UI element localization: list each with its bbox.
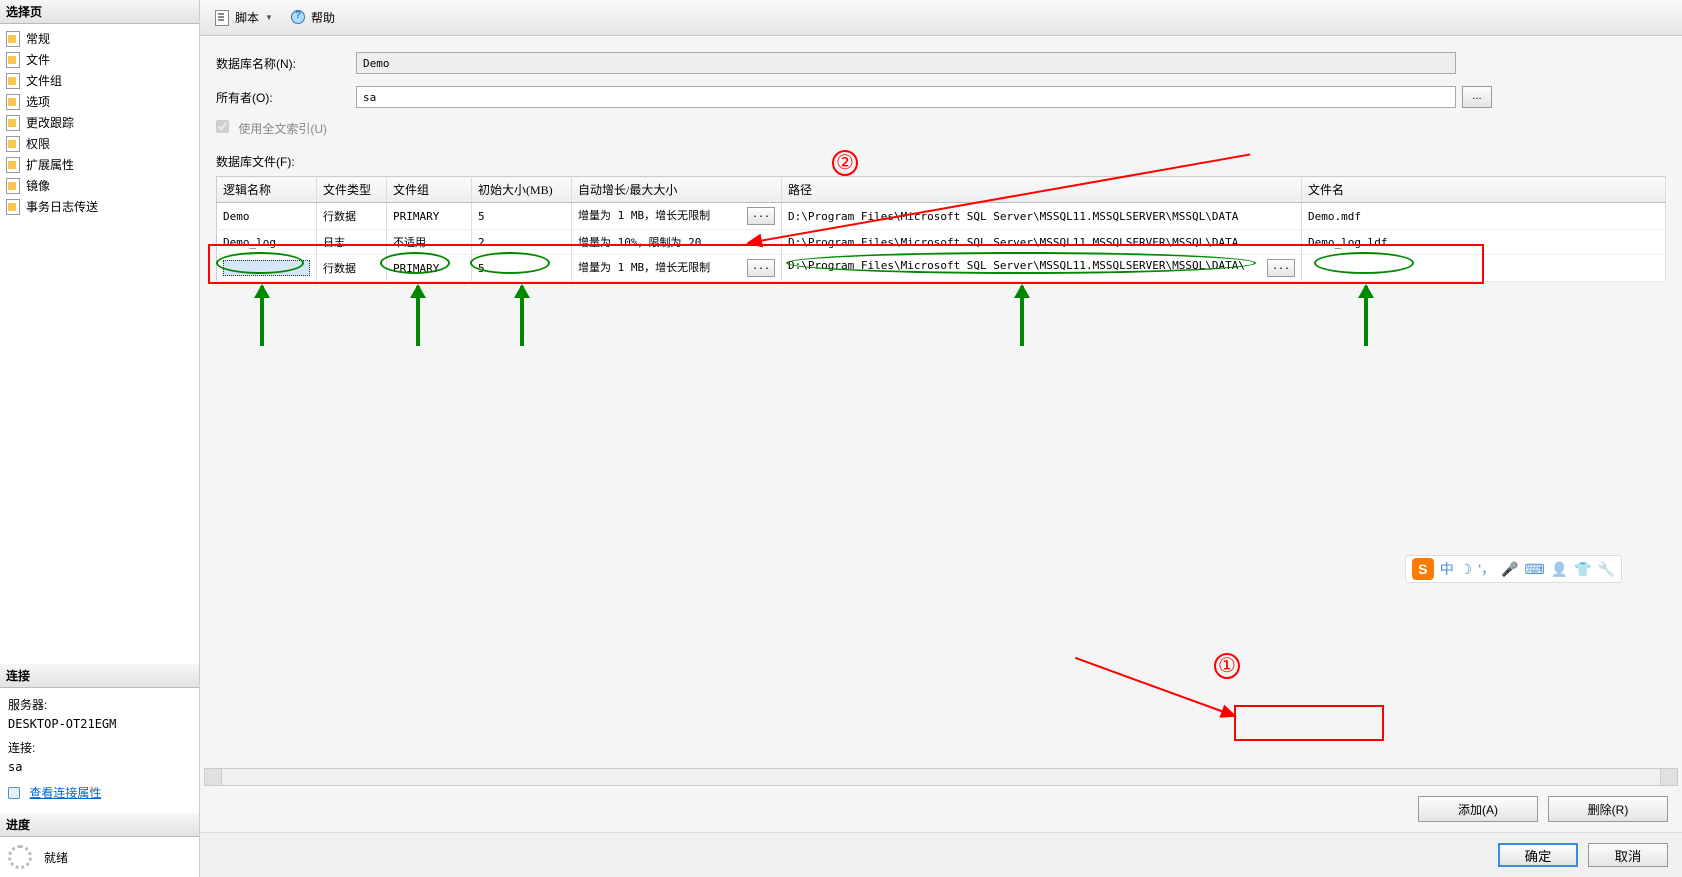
table-row-new[interactable]: 行数据 PRIMARY 5 增量为 1 MB，增长无限制... D:\Progr… [217,255,1666,282]
sidebar-item-files[interactable]: 文件 [0,49,199,70]
page-icon [6,31,22,47]
server-label: 服务器: [8,696,191,713]
col-logicname[interactable]: 逻辑名称 [217,177,317,203]
sidebar-item-extprops[interactable]: 扩展属性 [0,154,199,175]
dbname-label: 数据库名称(N): [216,55,356,72]
files-label: 数据库文件(F): [216,153,1666,170]
select-page-header: 选择页 [0,0,199,24]
cancel-button[interactable]: 取消 [1588,843,1668,867]
sogou-icon[interactable]: S [1412,558,1434,580]
page-icon [6,94,22,110]
connection-box: 服务器: DESKTOP-OT21EGM 连接: sa 查看连接属性 [0,688,199,813]
col-path[interactable]: 路径 [782,177,1302,203]
table-row[interactable]: Demo_log 日志 不适用 2 增量为 10%，限制为 20... D:\P… [217,230,1666,255]
table-row[interactable]: Demo 行数据 PRIMARY 5 增量为 1 MB，增长无限制... D:\… [217,203,1666,230]
owner-input[interactable] [356,86,1456,108]
ime-moon-icon[interactable]: ☽ [1460,561,1473,578]
conn-label: 连接: [8,739,191,756]
toolbar: 脚本 ▼ 帮助 [200,0,1682,36]
page-tree: 常规 文件 文件组 选项 更改跟踪 权限 扩展属性 镜像 事务日志传送 [0,24,199,221]
ime-keyboard-icon[interactable]: ⌨ [1524,561,1544,578]
sidebar-item-options[interactable]: 选项 [0,91,199,112]
main-panel: 脚本 ▼ 帮助 数据库名称(N): 所有者(O): ... 使用全文索引 [200,0,1682,877]
progress-header: 进度 [0,813,199,837]
help-button[interactable]: 帮助 [284,5,342,30]
add-button[interactable]: 添加(A) [1418,796,1538,822]
help-icon [291,10,307,26]
page-icon [6,178,22,194]
path-browse-button[interactable]: ... [1267,259,1295,277]
page-icon [6,157,22,173]
view-connection-link[interactable]: 查看连接属性 [29,786,101,800]
page-icon [6,199,22,215]
form-area: 数据库名称(N): 所有者(O): ... 使用全文索引(U) 数据库文件(F)… [200,36,1682,298]
page-icon [6,136,22,152]
growth-browse-button[interactable]: ... [747,207,775,225]
ime-punct-icon[interactable]: '， [1478,559,1495,579]
ok-button[interactable]: 确定 [1498,843,1578,867]
fulltext-checkbox-label: 使用全文索引(U) [216,122,327,136]
server-value: DESKTOP-OT21EGM [8,717,191,731]
script-button[interactable]: 脚本 ▼ [208,5,280,30]
horizontal-scrollbar[interactable] [204,768,1678,786]
ime-mic-icon[interactable]: 🎤 [1501,561,1518,578]
sidebar-item-mirroring[interactable]: 镜像 [0,175,199,196]
sidebar-item-changetracking[interactable]: 更改跟踪 [0,112,199,133]
connection-header: 连接 [0,664,199,688]
col-filename[interactable]: 文件名 [1302,177,1666,203]
delete-button[interactable]: 删除(R) [1548,796,1668,822]
dbname-input[interactable] [356,52,1456,74]
page-icon [6,73,22,89]
sidebar: 选择页 常规 文件 文件组 选项 更改跟踪 权限 扩展属性 镜像 事务日志传送 … [0,0,200,877]
ime-zh[interactable]: 中 [1440,559,1454,579]
properties-icon [8,787,22,801]
sidebar-item-filegroups[interactable]: 文件组 [0,70,199,91]
col-filetype[interactable]: 文件类型 [317,177,387,203]
script-icon [215,10,231,26]
col-filegroup[interactable]: 文件组 [387,177,472,203]
owner-label: 所有者(O): [216,89,356,106]
progress-box: 就绪 [0,837,199,877]
conn-value: sa [8,760,191,774]
spinner-icon [8,845,32,869]
fulltext-checkbox [216,120,229,133]
chevron-down-icon: ▼ [265,13,273,22]
ime-tool-icon[interactable]: 🔧 [1598,561,1615,578]
sidebar-item-logshipping[interactable]: 事务日志传送 [0,196,199,217]
ime-toolbar[interactable]: S 中 ☽ '， 🎤 ⌨ 👤 👕 🔧 [1405,555,1622,583]
page-icon [6,52,22,68]
col-autogrowth[interactable]: 自动增长/最大大小 [572,177,782,203]
progress-status: 就绪 [44,849,68,866]
grid-header-row: 逻辑名称 文件类型 文件组 初始大小(MB) 自动增长/最大大小 路径 文件名 [217,177,1666,203]
owner-browse-button[interactable]: ... [1462,86,1492,108]
growth-browse-button[interactable]: ... [747,259,775,277]
database-files-grid[interactable]: 逻辑名称 文件类型 文件组 初始大小(MB) 自动增长/最大大小 路径 文件名 … [216,176,1666,282]
ime-user-icon[interactable]: 👤 [1551,561,1568,578]
sidebar-item-permissions[interactable]: 权限 [0,133,199,154]
ime-skin-icon[interactable]: 👕 [1574,561,1591,578]
col-initsize[interactable]: 初始大小(MB) [472,177,572,203]
page-icon [6,115,22,131]
sidebar-item-general[interactable]: 常规 [0,28,199,49]
new-logicname-cell [223,260,310,276]
